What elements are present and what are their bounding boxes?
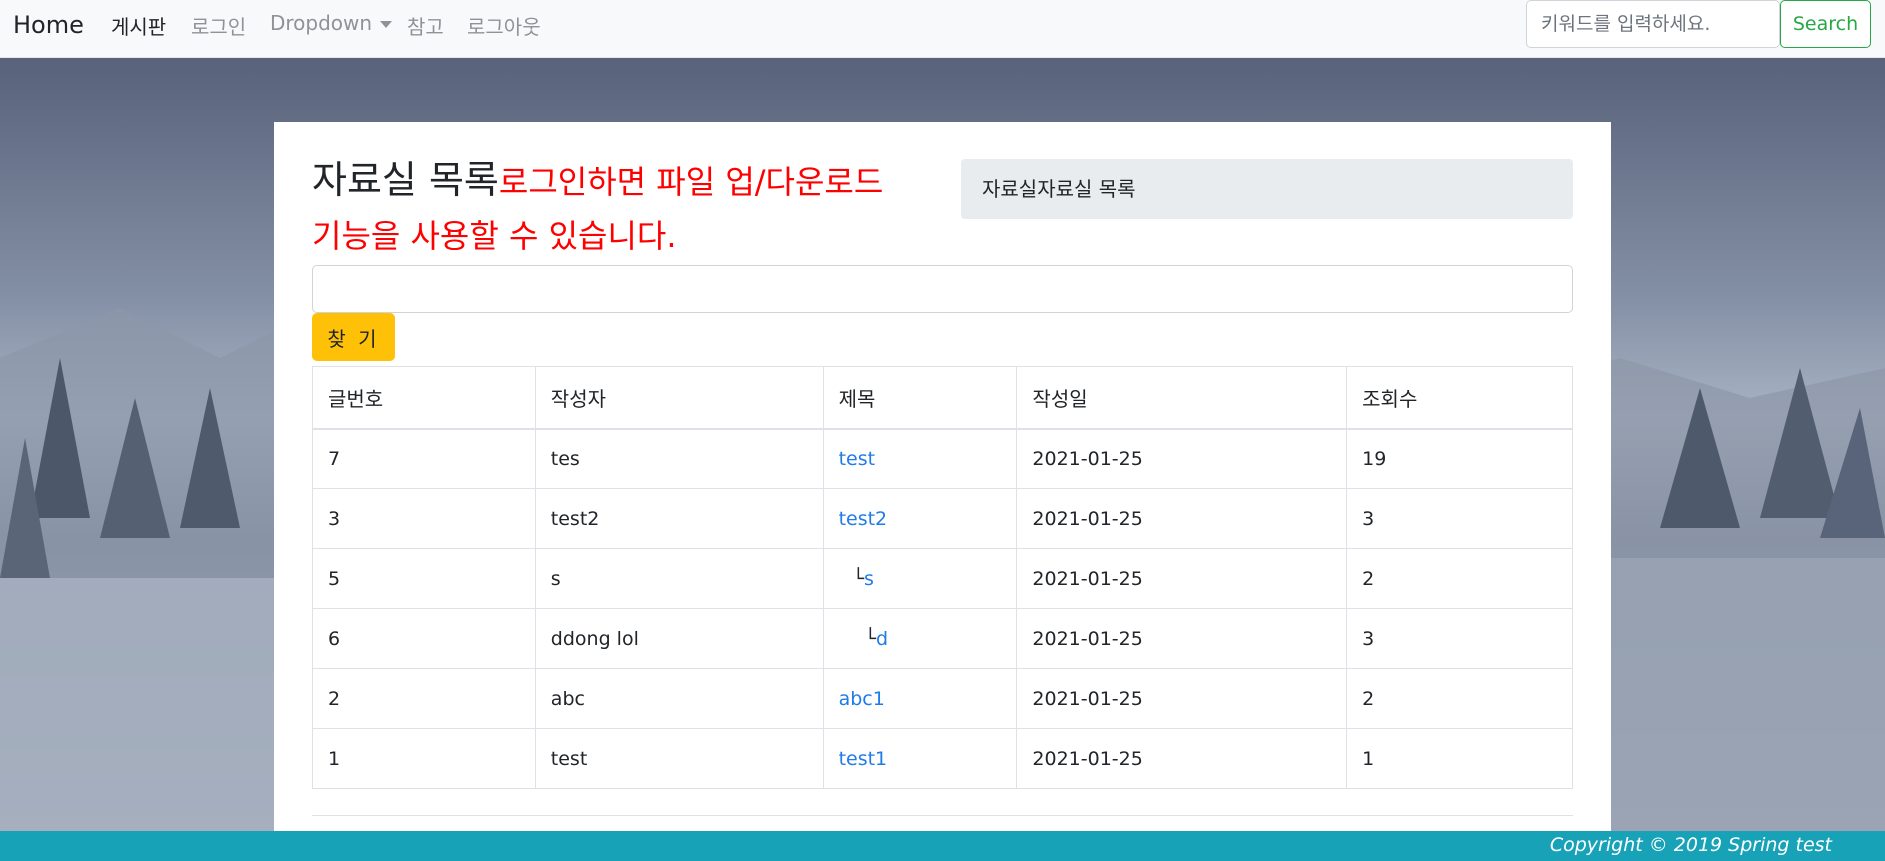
cell-writer: test [534,728,824,789]
cell-title: └d [822,608,1018,669]
copyright-text: Copyright © 2019 Spring test [1549,834,1832,856]
nav-logout[interactable]: 로그아웃 [467,11,541,40]
top-navbar: Home 게시판 로그인 Dropdown 참고 로그아웃 Search [0,0,1885,58]
post-title-link[interactable]: abc1 [839,688,885,710]
cell-no: 7 [312,428,536,489]
header-date: 작성일 [1016,366,1348,430]
post-title-link[interactable]: test [839,448,876,470]
page-title: 자료실 목록 [312,158,499,202]
divider [312,815,1573,816]
cell-writer: abc [534,668,824,729]
header-no: 글번호 [312,366,536,430]
cell-title: └s [822,548,1018,609]
search-button[interactable]: Search [1780,0,1871,48]
cell-date: 2021-01-25 [1016,668,1348,729]
nav-login[interactable]: 로그인 [191,11,246,40]
cell-writer: test2 [534,488,824,549]
cell-views: 2 [1346,548,1573,609]
table-row: 1 test test1 2021-01-25 1 [312,728,1573,789]
search-input[interactable] [1526,0,1780,48]
post-title-link[interactable]: d [876,628,888,650]
cell-title: test1 [822,728,1018,789]
cell-writer: tes [534,428,824,489]
post-title-link[interactable]: test1 [839,748,888,770]
nav-dropdown[interactable]: Dropdown [270,11,393,35]
table-header-row: 글번호 작성자 제목 작성일 조회수 [312,366,1573,430]
find-button[interactable]: 찾 기 [312,313,395,361]
brand-home-link[interactable]: Home [13,11,84,39]
reply-indent-icon: └ [852,567,865,590]
cell-views: 3 [1346,488,1573,549]
header-views: 조회수 [1346,366,1573,430]
cell-title: test [822,428,1018,489]
breadcrumb: 자료실자료실 목록 [961,159,1573,219]
table-row: 3 test2 test2 2021-01-25 3 [312,488,1573,549]
content-card: 자료실 목록로그인하면 파일 업/다운로드 기능을 사용할 수 있습니다. 자료… [274,122,1611,833]
cell-date: 2021-01-25 [1016,548,1348,609]
cell-no: 5 [312,548,536,609]
cell-date: 2021-01-25 [1016,728,1348,789]
cell-no: 3 [312,488,536,549]
cell-title: test2 [822,488,1018,549]
keyword-input[interactable] [312,265,1573,313]
cell-views: 1 [1346,728,1573,789]
cell-date: 2021-01-25 [1016,428,1348,489]
table-row: 5 s └s 2021-01-25 2 [312,548,1573,609]
cell-writer: ddong lol [534,608,824,669]
cell-date: 2021-01-25 [1016,608,1348,669]
header-title: 제목 [822,366,1018,430]
nav-board[interactable]: 게시판 [111,11,166,40]
cell-no: 2 [312,668,536,729]
cell-views: 3 [1346,608,1573,669]
cell-writer: s [534,548,824,609]
cell-date: 2021-01-25 [1016,488,1348,549]
post-title-link[interactable]: test2 [839,508,888,530]
nav-reference[interactable]: 참고 [407,11,444,40]
page-heading: 자료실 목록로그인하면 파일 업/다운로드 기능을 사용할 수 있습니다. [312,156,912,266]
cell-title: abc1 [822,668,1018,729]
caret-down-icon [380,21,393,28]
table-row: 7 tes test 2021-01-25 19 [312,428,1573,489]
table-row: 2 abc abc1 2021-01-25 2 [312,668,1573,729]
footer: Copyright © 2019 Spring test [0,831,1885,861]
archive-table: 글번호 작성자 제목 작성일 조회수 7 tes test 2021-01-25… [312,366,1573,789]
post-title-link[interactable]: s [864,568,874,590]
header-writer: 작성자 [534,366,824,430]
cell-no: 1 [312,728,536,789]
table-row: 6 ddong lol └d 2021-01-25 3 [312,608,1573,669]
nav-dropdown-label: Dropdown [270,11,373,35]
cell-views: 19 [1346,428,1573,489]
cell-views: 2 [1346,668,1573,729]
reply-indent-icon: └ [864,627,877,650]
cell-no: 6 [312,608,536,669]
